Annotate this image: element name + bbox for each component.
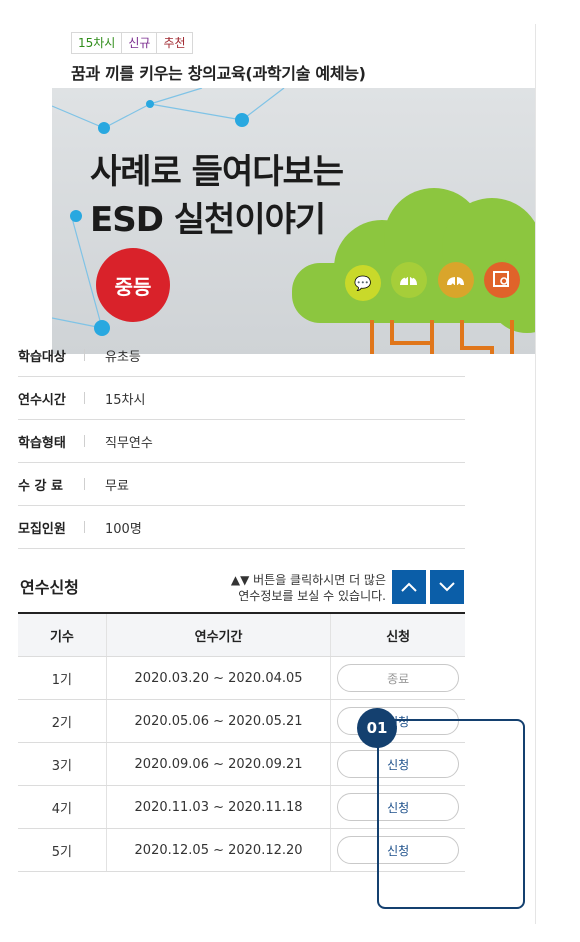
term-cell: 1기 (18, 657, 107, 699)
scroll-up-button[interactable] (392, 570, 426, 604)
term-cell: 4기 (18, 786, 107, 828)
course-info-list: 학습대상 유초등 연수시간 15차시 학습형태 직무연수 수 강 료 무료 모집… (18, 334, 465, 549)
apply-cell: 신청 (331, 786, 465, 828)
info-divider (84, 349, 85, 361)
apply-cell: 종료 (331, 657, 465, 699)
image-search-icon (484, 262, 520, 298)
apply-cell: 신청 (331, 743, 465, 785)
banner-headline: 사례로 들여다보는 ESD 실천이야기 (90, 148, 344, 244)
banner-line-1: 사례로 들여다보는 (90, 152, 344, 192)
period-cell: 2020.12.05 ~ 2020.12.20 (107, 829, 332, 871)
info-label: 학습형태 (18, 435, 66, 451)
schedule-table: 기수 연수기간 신청 1기 2020.03.20 ~ 2020.04.05 종료… (18, 612, 465, 872)
info-row: 학습대상 유초등 (18, 334, 465, 377)
table-row: 3기 2020.09.06 ~ 2020.09.21 신청 (18, 743, 465, 786)
closed-button[interactable]: 종료 (337, 664, 460, 692)
banner-line-2: ESD 실천이야기 (90, 200, 326, 240)
header-term: 기수 (18, 614, 107, 656)
scroll-hint-line-1: ▲▼ 버튼을 클릭하시면 더 많은 (230, 573, 386, 587)
info-label: 수 강 료 (18, 478, 63, 494)
info-row: 모집인원 100명 (18, 506, 465, 549)
scroll-down-button[interactable] (430, 570, 464, 604)
period-cell: 2020.05.06 ~ 2020.05.21 (107, 700, 332, 742)
info-value: 15차시 (105, 392, 146, 408)
badge-group: 15차시 신규 추천 (71, 32, 193, 54)
apply-button[interactable]: 신청 (337, 750, 460, 778)
period-cell: 2020.03.20 ~ 2020.04.05 (107, 657, 332, 699)
info-divider (84, 478, 85, 490)
apply-cell: 신청 (331, 829, 465, 871)
recommended-badge: 추천 (156, 32, 193, 54)
step-badge: 01 (357, 708, 397, 748)
apply-button[interactable]: 신청 (337, 836, 460, 864)
info-divider (84, 521, 85, 533)
info-value: 유초등 (105, 349, 141, 365)
table-row: 2기 2020.05.06 ~ 2020.05.21 신청 (18, 700, 465, 743)
table-header: 기수 연수기간 신청 (18, 614, 465, 657)
info-label: 모집인원 (18, 521, 66, 537)
apply-button[interactable]: 신청 (337, 707, 460, 735)
info-value: 무료 (105, 478, 129, 494)
apply-button[interactable]: 신청 (337, 793, 460, 821)
term-cell: 3기 (18, 743, 107, 785)
apply-section-title: 연수신청 (20, 578, 79, 597)
info-row: 학습형태 직무연수 (18, 420, 465, 463)
table-row: 1기 2020.03.20 ~ 2020.04.05 종료 (18, 657, 465, 700)
cloud-upload-icon (391, 262, 427, 298)
level-badge: 중등 (96, 248, 170, 322)
info-divider (84, 392, 85, 404)
period-cell: 2020.11.03 ~ 2020.11.18 (107, 786, 332, 828)
table-row: 5기 2020.12.05 ~ 2020.12.20 신청 (18, 829, 465, 872)
apply-cell: 신청 (331, 700, 465, 742)
term-cell: 5기 (18, 829, 107, 871)
info-value: 직무연수 (105, 435, 153, 451)
chevron-down-icon (439, 582, 455, 592)
svg-text:💬: 💬 (354, 275, 372, 292)
course-title: 꿈과 끼를 키우는 창의교육(과학기술 예체능) (71, 64, 366, 83)
new-badge: 신규 (121, 32, 158, 54)
header-apply: 신청 (386, 629, 411, 645)
info-value: 100명 (105, 521, 142, 537)
scroll-hint-line-2: 연수정보를 보실 수 있습니다. (238, 589, 386, 603)
term-cell: 2기 (18, 700, 107, 742)
header-period: 연수기간 (107, 614, 332, 656)
chat-icon: 💬 (345, 265, 381, 301)
scroll-hint: ▲▼ 버튼을 클릭하시면 더 많은 연수정보를 보실 수 있습니다. (206, 572, 386, 604)
period-cell: 2020.09.06 ~ 2020.09.21 (107, 743, 332, 785)
info-label: 연수시간 (18, 392, 66, 408)
hours-badge: 15차시 (71, 32, 123, 54)
cloud-download-icon (438, 262, 474, 298)
table-row: 4기 2020.11.03 ~ 2020.11.18 신청 (18, 786, 465, 829)
info-row: 연수시간 15차시 (18, 377, 465, 420)
info-row: 수 강 료 무료 (18, 463, 465, 506)
course-banner: 💬 사례로 들여다보는 ESD 실천이야기 중등 (52, 88, 535, 354)
info-divider (84, 435, 85, 447)
chevron-up-icon (401, 582, 417, 592)
info-label: 학습대상 (18, 349, 66, 365)
